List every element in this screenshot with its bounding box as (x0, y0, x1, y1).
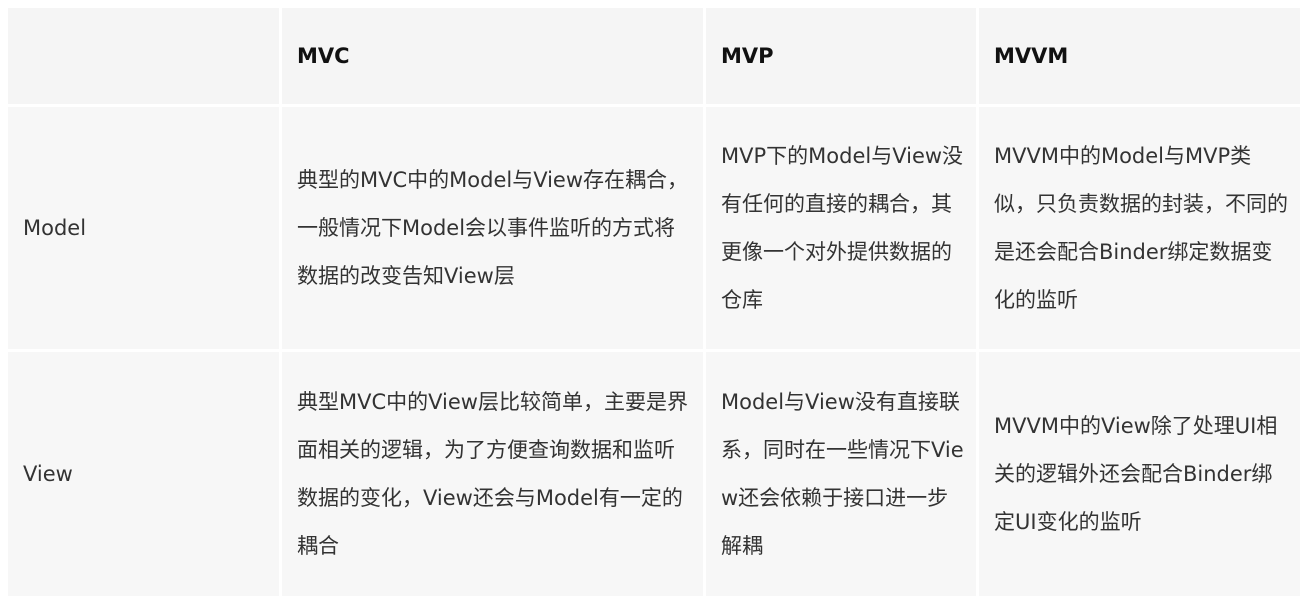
text-view-mvvm: MVVM中的View除了处理UI相关的逻辑外还会配合Binder绑定UI变化的监… (994, 414, 1278, 534)
text-view-mvp: Model与View没有直接联系，同时在一些情况下View还会依赖于接口进一步解… (721, 390, 964, 558)
cell-view-mvp: Model与View没有直接联系，同时在一些情况下View还会依赖于接口进一步解… (706, 352, 976, 596)
cell-view-mvc: 典型MVC中的View层比较简单，主要是界面相关的逻辑，为了方便查询数据和监听数… (282, 352, 703, 596)
header-label-mvvm: MVVM (994, 44, 1069, 68)
cell-view-mvvm: MVVM中的View除了处理UI相关的逻辑外还会配合Binder绑定UI变化的监… (979, 352, 1300, 596)
text-view-mvc: 典型MVC中的View层比较简单，主要是界面相关的逻辑，为了方便查询数据和监听数… (297, 390, 688, 558)
text-model-mvp: MVP下的Model与View没有任何的直接的耦合，其更像一个对外提供数据的仓库 (721, 144, 964, 312)
header-cell-mvp: MVP (706, 8, 976, 104)
header-cell-mvc: MVC (282, 8, 703, 104)
text-model-mvc: 典型的MVC中的Model与View存在耦合，一般情况下Model会以事件监听的… (297, 168, 689, 288)
header-cell-empty (8, 8, 279, 104)
row-label-cell-model: Model (8, 107, 279, 349)
header-cell-mvvm: MVVM (979, 8, 1300, 104)
cell-model-mvvm: MVVM中的Model与MVP类似，只负责数据的封装，不同的是还会配合Binde… (979, 107, 1300, 349)
text-model-mvvm: MVVM中的Model与MVP类似，只负责数据的封装，不同的是还会配合Binde… (994, 144, 1288, 312)
header-label-mvc: MVC (297, 44, 350, 68)
row-label-cell-view: View (8, 352, 279, 596)
comparison-table: MVC MVP MVVM Model 典型的MVC中的Model与View存在耦… (6, 6, 1302, 596)
cell-model-mvp: MVP下的Model与View没有任何的直接的耦合，其更像一个对外提供数据的仓库 (706, 107, 976, 349)
cell-model-mvc: 典型的MVC中的Model与View存在耦合，一般情况下Model会以事件监听的… (282, 107, 703, 349)
header-label-mvp: MVP (721, 44, 774, 68)
row-label-model: Model (23, 216, 87, 240)
row-label-view: View (23, 462, 73, 486)
